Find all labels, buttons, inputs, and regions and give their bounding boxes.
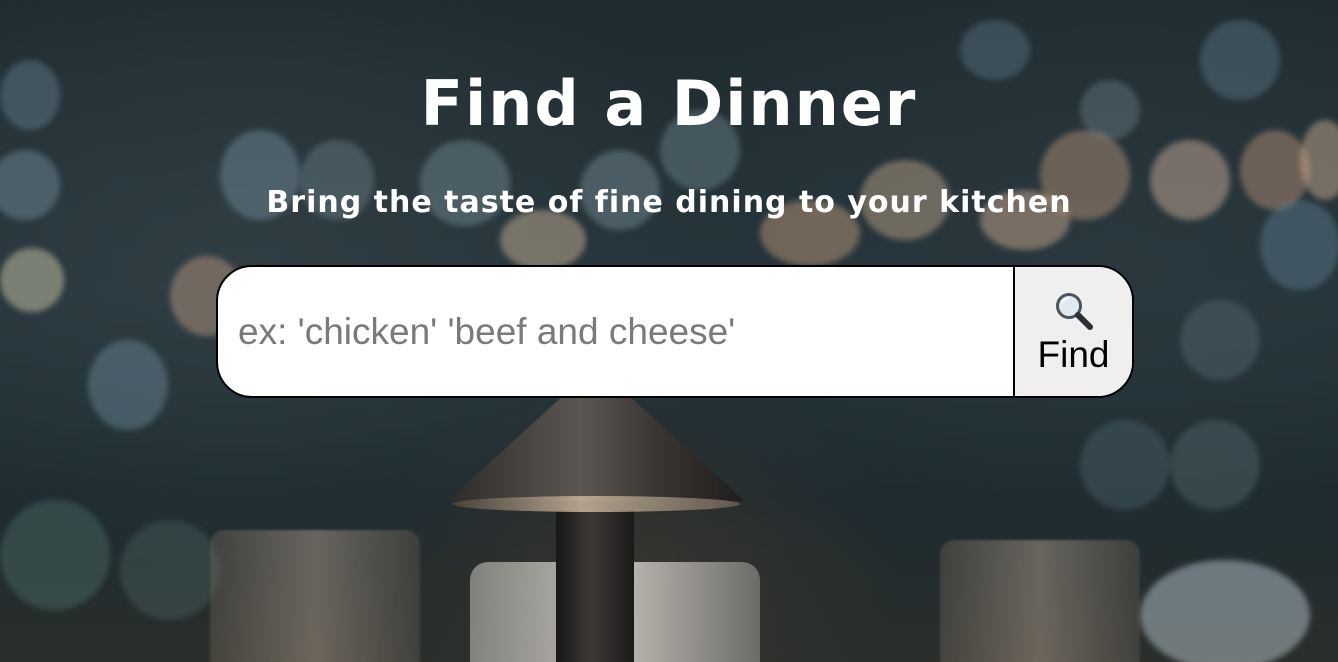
magnifying-glass-icon [1055,292,1093,330]
search-form: Find [216,265,1134,398]
find-button[interactable]: Find [1013,267,1132,396]
search-input[interactable] [218,267,1013,396]
page-title: Find a Dinner [420,66,918,140]
find-button-label: Find [1037,333,1110,375]
page-subtitle: Bring the taste of fine dining to your k… [266,185,1072,220]
